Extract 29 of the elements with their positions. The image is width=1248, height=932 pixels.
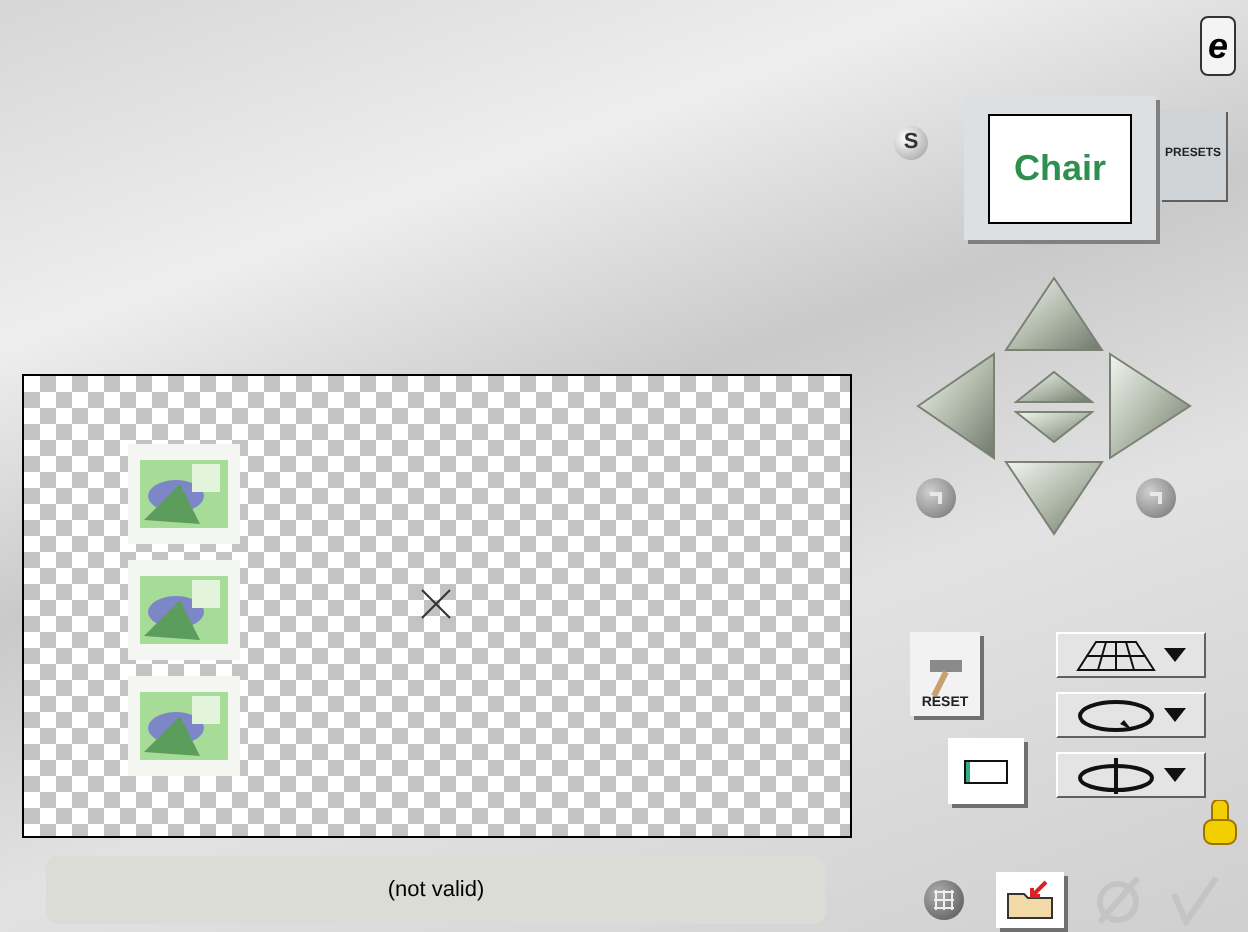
caret-icon: [1164, 708, 1186, 722]
about-button[interactable]: e: [1200, 16, 1236, 76]
grid-plane-icon: [1076, 639, 1156, 671]
status-bar: (not valid): [46, 856, 826, 924]
rotate-left-button[interactable]: [916, 478, 956, 518]
tiling-mode-button[interactable]: [1056, 632, 1206, 678]
down-arrow-button[interactable]: [1004, 460, 1104, 536]
spin-icon: [1076, 755, 1156, 795]
raise-button[interactable]: [1014, 369, 1094, 403]
preset-thumbnail[interactable]: Chair: [964, 96, 1156, 240]
caret-icon: [1164, 648, 1186, 662]
s-button[interactable]: S: [894, 126, 928, 160]
grid-icon: [934, 890, 954, 910]
rotate-right-button[interactable]: [1136, 478, 1176, 518]
left-arrow-button[interactable]: [916, 352, 996, 460]
lower-button[interactable]: [1014, 409, 1094, 443]
grid-button[interactable]: [924, 880, 964, 920]
open-file-button[interactable]: [996, 872, 1064, 928]
preset-name: Chair: [1013, 150, 1106, 186]
rotate-icon: [1076, 697, 1156, 733]
right-arrow-button[interactable]: [1108, 352, 1192, 460]
up-arrow-button[interactable]: [1004, 276, 1104, 352]
frame-button[interactable]: [948, 738, 1024, 804]
rotate-mode-button[interactable]: [1056, 692, 1206, 738]
crosshair-icon: [420, 588, 452, 620]
caret-icon: [1164, 768, 1186, 782]
rectangle-icon: [964, 759, 1008, 783]
spin-mode-button[interactable]: [1056, 752, 1206, 798]
folder-icon: [1006, 880, 1054, 920]
